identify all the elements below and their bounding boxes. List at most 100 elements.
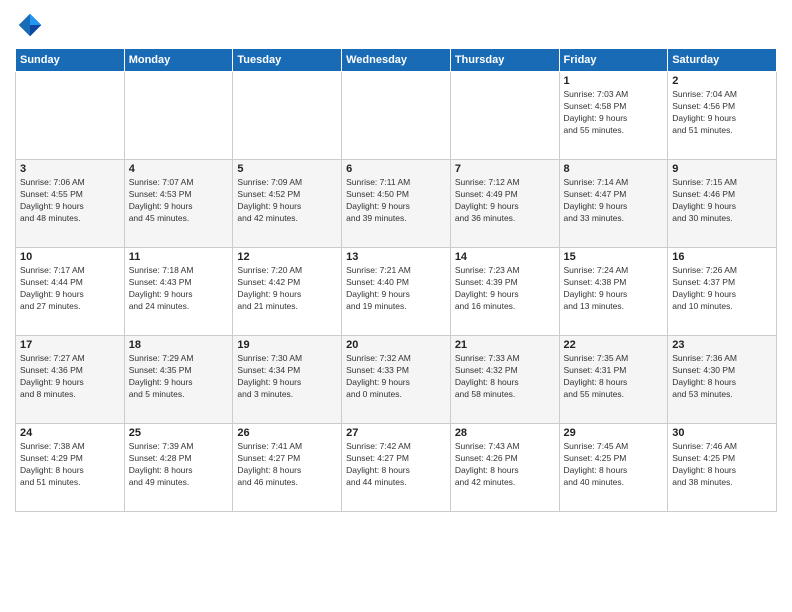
day-number: 7 [455,163,555,175]
calendar-cell: 25Sunrise: 7:39 AM Sunset: 4:28 PM Dayli… [124,424,233,512]
calendar-cell: 9Sunrise: 7:15 AM Sunset: 4:46 PM Daylig… [668,160,777,248]
calendar-cell [233,72,342,160]
calendar-cell: 21 Sunrise: 7:33 AM Sunset: 4:32 PM Dayli… [450,336,559,424]
day-info: Sunrise: 7:06 AM Sunset: 4:55 PM Dayligh… [20,177,120,225]
calendar-cell: 28Sunrise: 7:43 AM Sunset: 4:26 PM Dayli… [450,424,559,512]
day-info: Sunrise: 7:35 AM Sunset: 4:31 PM Dayligh… [564,353,664,401]
day-number: 30 [672,427,772,439]
weekday-monday: Monday [124,49,233,72]
day-number: 11 [129,251,229,263]
calendar-cell: 4 Sunrise: 7:07 AM Sunset: 4:53 PM Daylig… [124,160,233,248]
day-info: Sunrise: 7:14 AM Sunset: 4:47 PM Dayligh… [564,177,664,225]
calendar-cell: 17Sunrise: 7:27 AM Sunset: 4:36 PM Dayli… [16,336,125,424]
calendar-cell: 20Sunrise: 7:32 AM Sunset: 4:33 PM Dayli… [342,336,451,424]
week-row-1: 1 Sunrise: 7:03 AM Sunset: 4:58 PM Daylig… [16,72,777,160]
day-info: Sunrise: 7:45 AM Sunset: 4:25 PM Dayligh… [564,441,664,489]
day-number: 4 [129,163,229,175]
week-row-3: 10Sunrise: 7:17 AM Sunset: 4:44 PM Dayli… [16,248,777,336]
day-info: Sunrise: 7:24 AM Sunset: 4:38 PM Dayligh… [564,265,664,313]
calendar-cell: 23Sunrise: 7:36 AM Sunset: 4:30 PM Dayli… [668,336,777,424]
day-number: 19 [237,339,337,351]
calendar-cell: 11 Sunrise: 7:18 AM Sunset: 4:43 PM Dayli… [124,248,233,336]
week-row-5: 24 Sunrise: 7:38 AM Sunset: 4:29 PM Dayli… [16,424,777,512]
day-info: Sunrise: 7:42 AM Sunset: 4:27 PM Dayligh… [346,441,446,489]
calendar-cell: 10Sunrise: 7:17 AM Sunset: 4:44 PM Dayli… [16,248,125,336]
header [15,10,777,40]
day-info: Sunrise: 7:07 AM Sunset: 4:53 PM Dayligh… [129,177,229,225]
weekday-friday: Friday [559,49,668,72]
day-number: 3 [20,163,120,175]
weekday-sunday: Sunday [16,49,125,72]
day-info: Sunrise: 7:23 AM Sunset: 4:39 PM Dayligh… [455,265,555,313]
calendar-cell: 22 Sunrise: 7:35 AM Sunset: 4:31 PM Dayli… [559,336,668,424]
day-info: Sunrise: 7:30 AM Sunset: 4:34 PM Dayligh… [237,353,337,401]
day-number: 8 [564,163,664,175]
weekday-header-row: SundayMondayTuesdayWednesdayThursdayFrid… [16,49,777,72]
day-number: 14 [455,251,555,263]
calendar-cell: 6 Sunrise: 7:11 AM Sunset: 4:50 PM Daylig… [342,160,451,248]
calendar-cell: 5 Sunrise: 7:09 AM Sunset: 4:52 PM Daylig… [233,160,342,248]
calendar-cell: 12 Sunrise: 7:20 AM Sunset: 4:42 PM Dayli… [233,248,342,336]
weekday-tuesday: Tuesday [233,49,342,72]
calendar-cell: 24 Sunrise: 7:38 AM Sunset: 4:29 PM Dayli… [16,424,125,512]
day-number: 12 [237,251,337,263]
day-number: 6 [346,163,446,175]
day-number: 24 [20,427,120,439]
calendar-cell [16,72,125,160]
day-number: 21 [455,339,555,351]
day-info: Sunrise: 7:04 AM Sunset: 4:56 PM Dayligh… [672,89,772,137]
day-info: Sunrise: 7:03 AM Sunset: 4:58 PM Dayligh… [564,89,664,137]
weekday-thursday: Thursday [450,49,559,72]
day-info: Sunrise: 7:32 AM Sunset: 4:33 PM Dayligh… [346,353,446,401]
day-info: Sunrise: 7:12 AM Sunset: 4:49 PM Dayligh… [455,177,555,225]
calendar-cell: 8 Sunrise: 7:14 AM Sunset: 4:47 PM Daylig… [559,160,668,248]
day-info: Sunrise: 7:21 AM Sunset: 4:40 PM Dayligh… [346,265,446,313]
day-info: Sunrise: 7:33 AM Sunset: 4:32 PM Dayligh… [455,353,555,401]
day-info: Sunrise: 7:29 AM Sunset: 4:35 PM Dayligh… [129,353,229,401]
day-number: 15 [564,251,664,263]
day-number: 26 [237,427,337,439]
day-number: 5 [237,163,337,175]
day-number: 2 [672,75,772,87]
weekday-saturday: Saturday [668,49,777,72]
logo [15,10,49,40]
weekday-wednesday: Wednesday [342,49,451,72]
day-number: 16 [672,251,772,263]
calendar-cell: 1 Sunrise: 7:03 AM Sunset: 4:58 PM Daylig… [559,72,668,160]
day-info: Sunrise: 7:36 AM Sunset: 4:30 PM Dayligh… [672,353,772,401]
day-number: 13 [346,251,446,263]
day-number: 17 [20,339,120,351]
page: SundayMondayTuesdayWednesdayThursdayFrid… [0,0,792,612]
calendar-cell: 2 Sunrise: 7:04 AM Sunset: 4:56 PM Daylig… [668,72,777,160]
calendar-cell: 3 Sunrise: 7:06 AM Sunset: 4:55 PM Daylig… [16,160,125,248]
day-info: Sunrise: 7:38 AM Sunset: 4:29 PM Dayligh… [20,441,120,489]
calendar-cell: 27Sunrise: 7:42 AM Sunset: 4:27 PM Dayli… [342,424,451,512]
day-info: Sunrise: 7:20 AM Sunset: 4:42 PM Dayligh… [237,265,337,313]
calendar-cell: 19 Sunrise: 7:30 AM Sunset: 4:34 PM Dayli… [233,336,342,424]
day-info: Sunrise: 7:43 AM Sunset: 4:26 PM Dayligh… [455,441,555,489]
day-number: 29 [564,427,664,439]
calendar: SundayMondayTuesdayWednesdayThursdayFrid… [15,48,777,512]
calendar-cell: 15 Sunrise: 7:24 AM Sunset: 4:38 PM Dayli… [559,248,668,336]
calendar-cell: 26 Sunrise: 7:41 AM Sunset: 4:27 PM Dayli… [233,424,342,512]
day-info: Sunrise: 7:26 AM Sunset: 4:37 PM Dayligh… [672,265,772,313]
calendar-cell [342,72,451,160]
day-number: 22 [564,339,664,351]
day-number: 25 [129,427,229,439]
day-info: Sunrise: 7:15 AM Sunset: 4:46 PM Dayligh… [672,177,772,225]
day-number: 1 [564,75,664,87]
day-info: Sunrise: 7:17 AM Sunset: 4:44 PM Dayligh… [20,265,120,313]
day-info: Sunrise: 7:46 AM Sunset: 4:25 PM Dayligh… [672,441,772,489]
calendar-cell: 16 Sunrise: 7:26 AM Sunset: 4:37 PM Dayli… [668,248,777,336]
day-info: Sunrise: 7:41 AM Sunset: 4:27 PM Dayligh… [237,441,337,489]
day-info: Sunrise: 7:18 AM Sunset: 4:43 PM Dayligh… [129,265,229,313]
logo-icon [15,10,45,40]
calendar-cell [124,72,233,160]
calendar-cell: 7 Sunrise: 7:12 AM Sunset: 4:49 PM Daylig… [450,160,559,248]
calendar-cell: 30 Sunrise: 7:46 AM Sunset: 4:25 PM Dayli… [668,424,777,512]
week-row-4: 17Sunrise: 7:27 AM Sunset: 4:36 PM Dayli… [16,336,777,424]
day-number: 18 [129,339,229,351]
day-info: Sunrise: 7:11 AM Sunset: 4:50 PM Dayligh… [346,177,446,225]
calendar-cell: 18 Sunrise: 7:29 AM Sunset: 4:35 PM Dayli… [124,336,233,424]
day-info: Sunrise: 7:09 AM Sunset: 4:52 PM Dayligh… [237,177,337,225]
